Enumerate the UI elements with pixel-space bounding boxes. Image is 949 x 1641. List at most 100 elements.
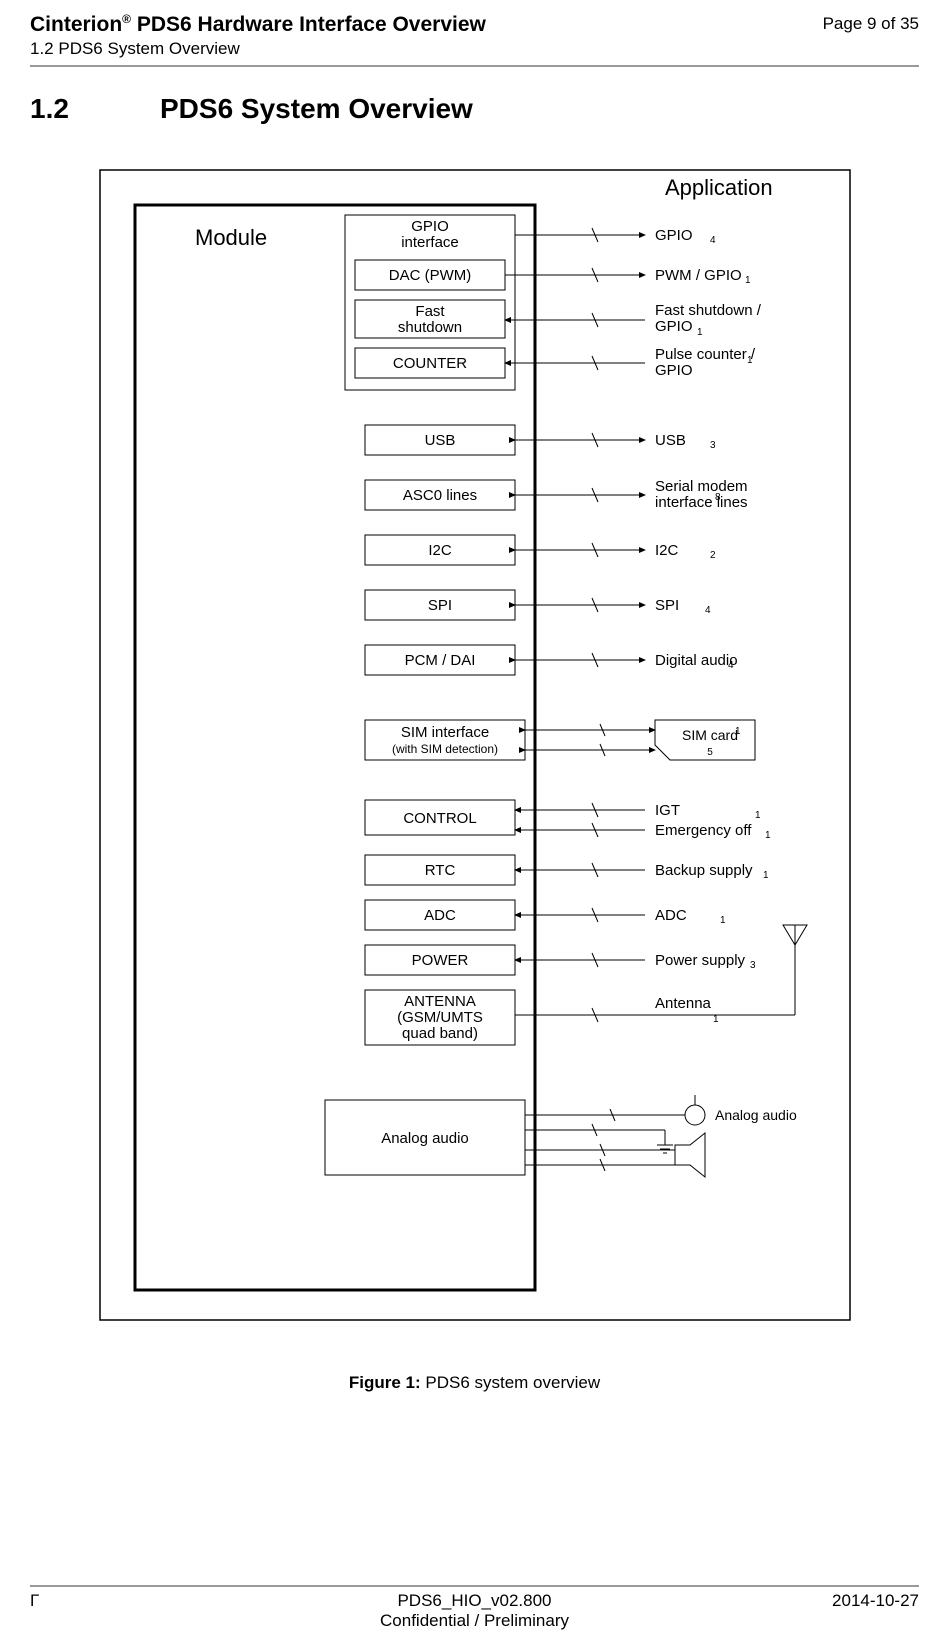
antenna-rlabel: Antenna: [655, 995, 712, 1012]
spi-block: SPI: [365, 590, 515, 620]
sim-sub-text: (with SIM detection): [391, 742, 497, 756]
asc0-text: ASC0 lines: [402, 487, 476, 504]
backup-rlabel: Backup supply: [655, 862, 753, 879]
analog-audio-text: Analog audio: [381, 1130, 469, 1147]
pcm-line: Digital audio 4: [515, 652, 738, 671]
module-label: Module: [195, 225, 267, 250]
registered-mark: ®: [122, 12, 131, 26]
footer-left-symbol: Γ: [30, 1591, 180, 1631]
adc-block: ADC: [365, 900, 515, 930]
title-prefix: Cinterion: [30, 13, 122, 36]
header-left: Cinterion® PDS6 Hardware Interface Overv…: [30, 12, 486, 59]
gpio-count: 4: [710, 235, 716, 246]
emerg-count: 1: [765, 830, 771, 841]
i2c-rlabel: I2C: [655, 542, 679, 559]
rtc-block: RTC: [365, 855, 515, 885]
pwm-line: PWM / GPIO 1: [505, 267, 751, 286]
usb-line: USB 3: [515, 432, 716, 451]
section-title: PDS6 System Overview: [160, 93, 473, 125]
serial-count: 8: [715, 492, 721, 503]
system-overview-diagram: Application Module GPIO interface DAC (P…: [95, 165, 855, 1325]
antenna-l1: ANTENNA: [404, 993, 476, 1010]
power-count: 3: [750, 960, 756, 971]
pwm-count: 1: [745, 275, 751, 286]
figure-caption: Figure 1: PDS6 system overview: [0, 1373, 949, 1393]
pwm-rlabel: PWM / GPIO: [655, 267, 742, 284]
i2c-block: I2C: [365, 535, 515, 565]
fast-line: Fast shutdown / GPIO 1: [505, 302, 762, 338]
sim-card-label: SIM card: [681, 727, 737, 743]
igt-count: 1: [755, 810, 761, 821]
figure-1: Application Module GPIO interface DAC (P…: [95, 165, 855, 1325]
gpio-interface-l1: GPIO: [411, 218, 449, 235]
fast-rlabel-l1: Fast shutdown /: [655, 302, 762, 319]
sim-text: SIM interface: [400, 724, 488, 741]
application-label: Application: [665, 175, 773, 200]
digital-audio-rlabel: Digital audio: [655, 652, 738, 669]
footer-docid: PDS6_HIO_v02.800: [180, 1591, 769, 1611]
sim-count: 5: [707, 747, 713, 758]
analog-audio-rlabel: Analog audio: [715, 1107, 797, 1123]
asc0-block: ASC0 lines: [365, 480, 515, 510]
pulse-rlabel-l2: GPIO: [655, 362, 693, 379]
page-header: Cinterion® PDS6 Hardware Interface Overv…: [0, 0, 949, 59]
i2c-line: I2C 2: [515, 542, 716, 561]
gpio-interface-l2: interface: [401, 234, 459, 251]
usb-rlabel: USB: [655, 432, 686, 449]
spi-text: SPI: [427, 597, 451, 614]
rtc-line: Backup supply 1: [515, 862, 769, 881]
antenna-line: Antenna 1: [515, 925, 807, 1025]
fast-shutdown-l1: Fast: [415, 303, 445, 320]
antenna-l3: quad band): [402, 1025, 478, 1042]
digital-audio-count: 4: [728, 660, 734, 671]
power-line: Power supply 3: [515, 952, 756, 971]
serial-rlabel-l1: Serial modem: [655, 478, 748, 495]
pulse-rlabel-l1: Pulse counter /: [655, 346, 756, 363]
section-heading: 1.2 PDS6 System Overview: [0, 67, 949, 125]
spi-line: SPI 4: [515, 597, 711, 616]
pcm-block: PCM / DAI: [365, 645, 515, 675]
usb-block: USB: [365, 425, 515, 455]
control-lines: IGT 1 Emergency off 1: [515, 802, 771, 841]
control-text: CONTROL: [403, 810, 476, 827]
pulse-count: 1: [747, 355, 753, 366]
usb-count: 3: [710, 440, 716, 451]
adc-text: ADC: [424, 907, 456, 924]
sim-top-count: 1: [735, 726, 741, 737]
fast-rlabel-l2: GPIO: [655, 318, 693, 335]
antenna-block: ANTENNA (GSM/UMTS quad band): [365, 990, 515, 1045]
page-footer: Γ PDS6_HIO_v02.800 Confidential / Prelim…: [30, 1577, 919, 1631]
adc-rlabel: ADC: [655, 907, 687, 924]
section-number: 1.2: [30, 93, 160, 125]
microphone-icon: [685, 1105, 705, 1125]
serial-rlabel-l2: interface lines: [655, 494, 748, 511]
footer-center: PDS6_HIO_v02.800 Confidential / Prelimin…: [180, 1591, 769, 1631]
footer-confidential: Confidential / Preliminary: [180, 1611, 769, 1631]
pcm-text: PCM / DAI: [404, 652, 475, 669]
caption-label: Figure 1:: [349, 1373, 421, 1392]
rtc-text: RTC: [424, 862, 455, 879]
i2c-text: I2C: [428, 542, 452, 559]
gpio-rlabel: GPIO: [655, 227, 693, 244]
footer-rule: [30, 1585, 919, 1587]
fast-count: 1: [697, 327, 703, 338]
speaker-icon: [675, 1133, 705, 1177]
antenna-count: 1: [713, 1014, 719, 1025]
usb-text: USB: [424, 432, 455, 449]
title-suffix: PDS6 Hardware Interface Overview: [131, 13, 486, 36]
antenna-l2: (GSM/UMTS: [397, 1009, 483, 1026]
page-number: Page 9 of 35: [823, 12, 919, 34]
control-block: CONTROL: [365, 800, 515, 835]
doc-subtitle: 1.2 PDS6 System Overview: [30, 39, 486, 59]
analog-audio-block: Analog audio: [325, 1100, 525, 1175]
i2c-count: 2: [710, 550, 716, 561]
adc-count: 1: [720, 915, 726, 926]
adc-line: ADC 1: [515, 907, 726, 926]
asc0-line: Serial modem interface lines 8: [515, 478, 748, 511]
fast-shutdown-l2: shutdown: [397, 319, 461, 336]
doc-title: Cinterion® PDS6 Hardware Interface Overv…: [30, 12, 486, 37]
gpio-line: GPIO 4: [515, 227, 716, 246]
emerg-rlabel: Emergency off: [655, 822, 752, 839]
backup-count: 1: [763, 870, 769, 881]
footer-date: 2014-10-27: [769, 1591, 919, 1631]
